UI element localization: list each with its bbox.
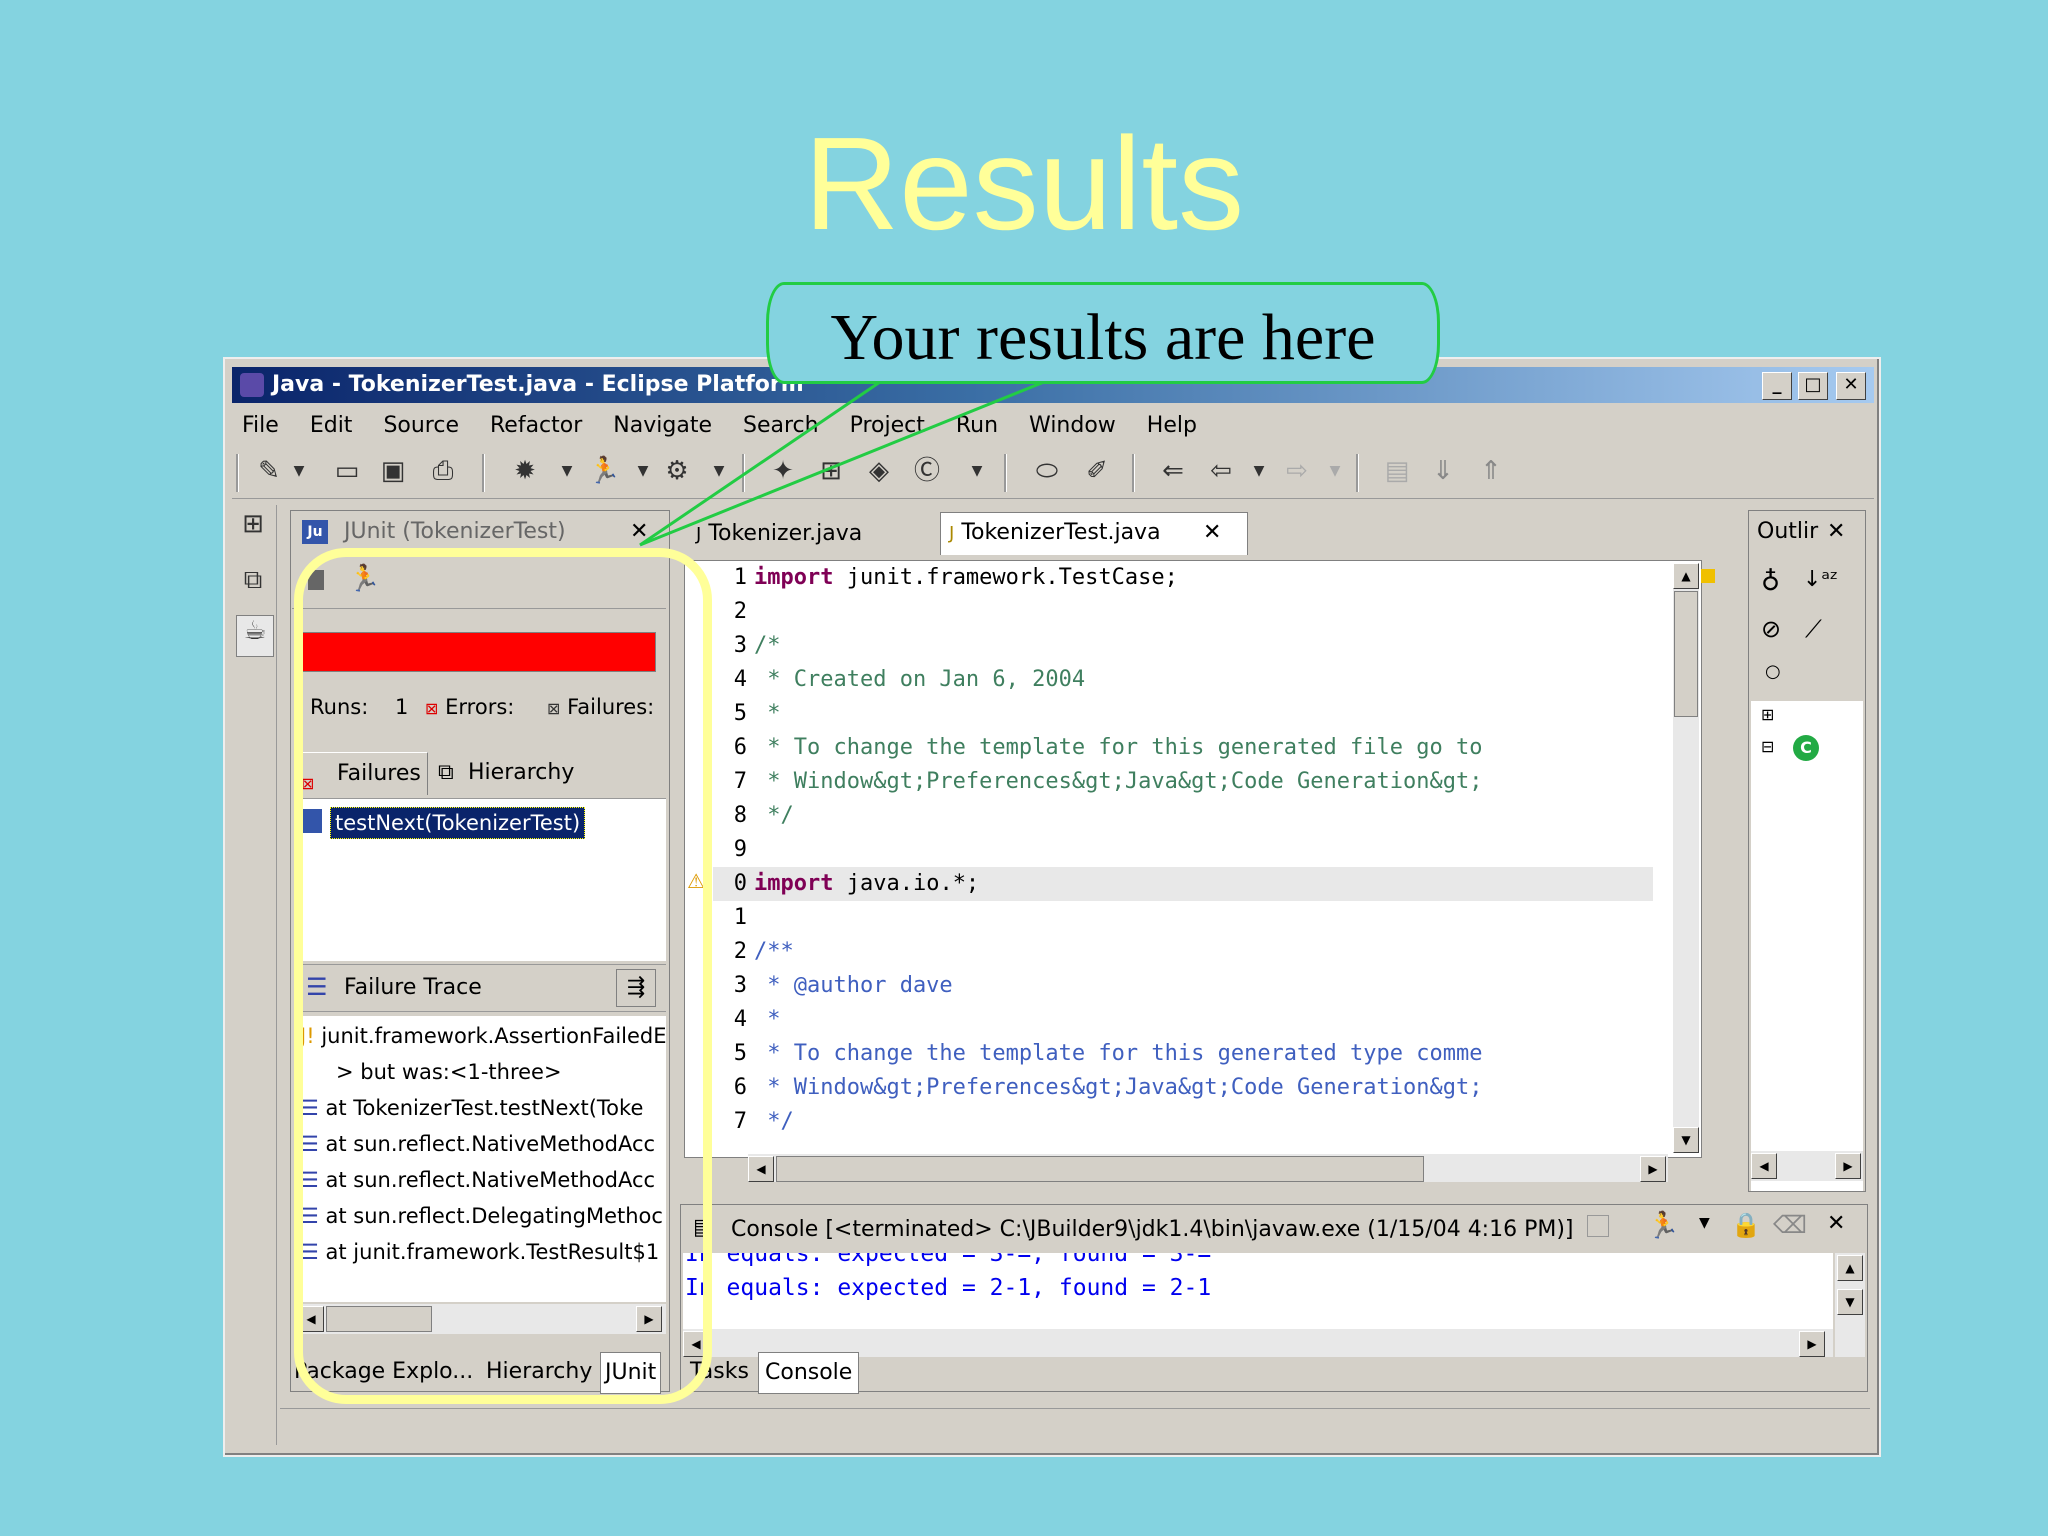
callout-arrows <box>639 380 1045 547</box>
callout-bubble: Your results are here <box>766 282 1440 384</box>
callout-text: Your results are here <box>830 301 1376 374</box>
